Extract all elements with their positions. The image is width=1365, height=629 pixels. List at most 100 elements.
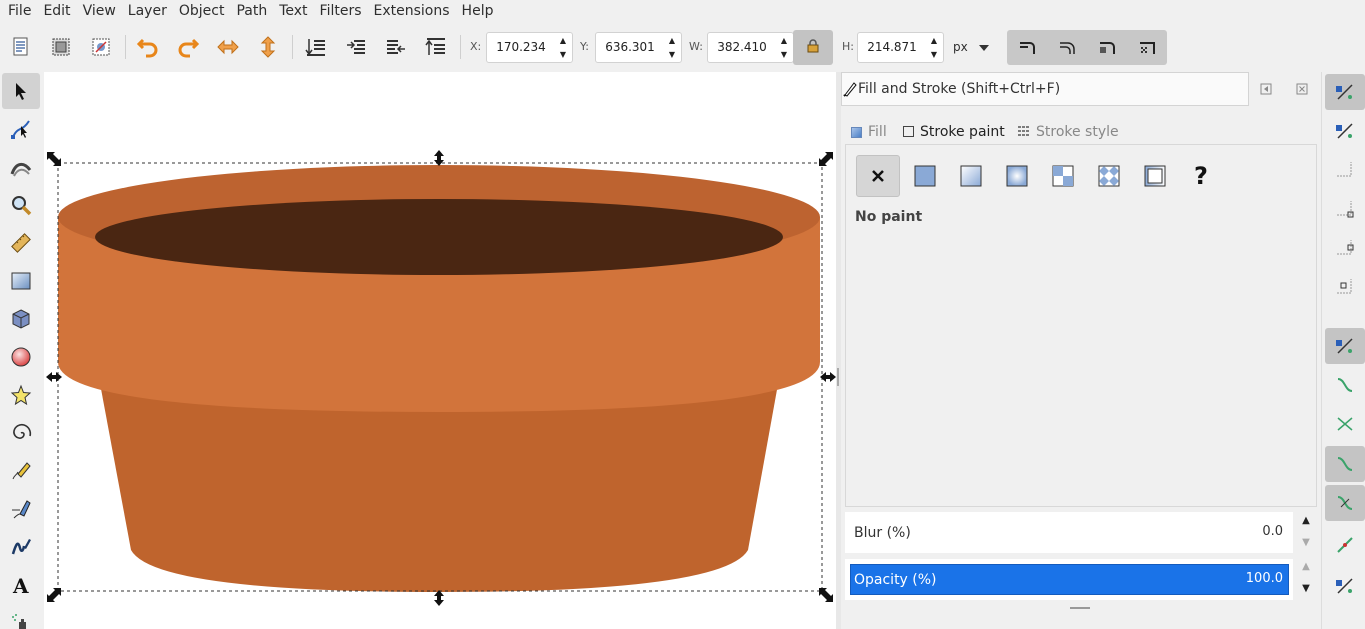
handle-nw[interactable] xyxy=(47,152,61,166)
zoom-tool[interactable] xyxy=(2,187,40,223)
y-increment[interactable]: ▲ xyxy=(667,35,677,47)
deselect-icon[interactable] xyxy=(88,34,114,60)
snap-others-icon[interactable] xyxy=(1325,568,1365,604)
snap-line-midpoints-icon[interactable] xyxy=(1325,527,1365,563)
snap-enable-icon[interactable] xyxy=(1325,74,1365,110)
separator-grip[interactable] xyxy=(837,368,839,386)
menu-view[interactable]: View xyxy=(77,0,122,23)
opacity-increment[interactable]: ▲ xyxy=(1299,560,1313,574)
dialog-resize-grip[interactable] xyxy=(1070,607,1090,609)
lock-proportions-button[interactable] xyxy=(793,30,833,65)
scale-stroke-icon[interactable] xyxy=(1014,35,1040,61)
w-spinbox[interactable]: 382.410 ▲ ▼ xyxy=(707,32,794,63)
swatch-button[interactable] xyxy=(1094,155,1124,197)
w-decrement[interactable]: ▼ xyxy=(779,49,789,61)
text-tool[interactable]: A xyxy=(2,567,40,603)
snap-intersections-icon[interactable] xyxy=(1325,406,1365,442)
radial-gradient-button[interactable] xyxy=(1002,155,1032,197)
selector-tool[interactable] xyxy=(2,73,40,109)
unset-paint-button[interactable]: ? xyxy=(1186,155,1216,197)
flip-vertical-icon[interactable] xyxy=(255,34,281,60)
h-increment[interactable]: ▲ xyxy=(929,35,939,47)
opacity-decrement[interactable]: ▼ xyxy=(1299,582,1313,596)
w-increment[interactable]: ▲ xyxy=(779,35,789,47)
unit-dropdown[interactable]: px xyxy=(947,35,995,61)
snap-bbox-midpoints-icon[interactable] xyxy=(1325,230,1365,266)
x-spinbox[interactable]: 170.234 ▲ ▼ xyxy=(486,32,573,63)
node-tool[interactable] xyxy=(2,111,40,147)
spiral-tool[interactable] xyxy=(2,415,40,451)
dock-icon[interactable] xyxy=(1256,80,1276,98)
menu-text[interactable]: Text xyxy=(273,0,313,23)
calligraphy-tool[interactable] xyxy=(2,529,40,565)
select-all-icon[interactable] xyxy=(8,34,34,60)
handle-n[interactable] xyxy=(434,150,444,166)
raise-icon[interactable] xyxy=(383,34,409,60)
snap-smooth-nodes-icon[interactable] xyxy=(1325,485,1365,521)
menu-layer[interactable]: Layer xyxy=(122,0,173,23)
measure-tool[interactable] xyxy=(2,225,40,261)
menu-path[interactable]: Path xyxy=(230,0,273,23)
star-tool[interactable] xyxy=(2,377,40,413)
handle-sw[interactable] xyxy=(47,588,61,602)
handle-ne[interactable] xyxy=(819,152,833,166)
menu-help[interactable]: Help xyxy=(456,0,500,23)
blur-increment[interactable]: ▲ xyxy=(1299,514,1313,528)
snap-paths-icon[interactable] xyxy=(1325,367,1365,403)
h-decrement[interactable]: ▼ xyxy=(929,49,939,61)
lower-to-bottom-icon[interactable] xyxy=(303,34,329,60)
menu-filters[interactable]: Filters xyxy=(314,0,368,23)
handle-w[interactable] xyxy=(46,372,62,382)
lower-icon[interactable] xyxy=(343,34,369,60)
menu-object[interactable]: Object xyxy=(173,0,231,23)
pencil-tool[interactable] xyxy=(2,453,40,489)
fill-and-stroke-dialog: Fill and Stroke (Shift+Ctrl+F) Fill Stro… xyxy=(841,72,1321,629)
x-decrement[interactable]: ▼ xyxy=(558,49,568,61)
pot-interior[interactable] xyxy=(95,199,783,275)
handle-se[interactable] xyxy=(819,588,833,602)
y-spinbox[interactable]: 636.301 ▲ ▼ xyxy=(595,32,682,63)
snap-bbox-centers-icon[interactable] xyxy=(1325,269,1365,305)
rotate-ccw-icon[interactable] xyxy=(135,34,161,60)
blur-spinbox[interactable]: Blur (%) 0.0 xyxy=(845,512,1293,553)
canvas[interactable] xyxy=(44,72,836,629)
tab-stroke-style[interactable]: Stroke style xyxy=(1017,120,1119,144)
pen-tool[interactable] xyxy=(2,491,40,527)
w-label: W: xyxy=(689,40,703,53)
snap-bbox-edges-icon[interactable] xyxy=(1325,152,1365,188)
opacity-spinbox[interactable]: Opacity (%) 100.0 xyxy=(845,559,1293,600)
menu-extensions[interactable]: Extensions xyxy=(368,0,456,23)
raise-to-top-icon[interactable] xyxy=(423,34,449,60)
flip-horizontal-icon[interactable] xyxy=(215,34,241,60)
ellipse-tool[interactable] xyxy=(2,339,40,375)
snap-bbox-corners-icon[interactable] xyxy=(1325,191,1365,227)
move-gradient-icon[interactable] xyxy=(1094,35,1120,61)
h-spinbox[interactable]: 214.871 ▲ ▼ xyxy=(857,32,944,63)
rectangle-tool[interactable] xyxy=(2,263,40,299)
x-increment[interactable]: ▲ xyxy=(558,35,568,47)
scale-radius-icon[interactable] xyxy=(1054,35,1080,61)
snap-bbox-icon[interactable] xyxy=(1325,113,1365,149)
blur-label: Blur (%) xyxy=(854,525,911,541)
linear-gradient-button[interactable] xyxy=(956,155,986,197)
menu-edit[interactable]: Edit xyxy=(37,0,76,23)
y-decrement[interactable]: ▼ xyxy=(667,49,677,61)
select-all-layers-icon[interactable] xyxy=(48,34,74,60)
blur-decrement[interactable]: ▼ xyxy=(1299,536,1313,550)
snap-nodes-icon[interactable] xyxy=(1325,328,1365,364)
close-icon[interactable] xyxy=(1292,80,1312,98)
pattern-button[interactable] xyxy=(1048,155,1078,197)
spray-tool[interactable] xyxy=(2,605,40,629)
no-paint-button[interactable] xyxy=(856,155,900,197)
move-pattern-icon[interactable] xyxy=(1134,35,1160,61)
menu-file[interactable]: File xyxy=(2,0,37,23)
rotate-cw-icon[interactable] xyxy=(175,34,201,60)
handle-s[interactable] xyxy=(434,590,444,606)
tab-fill[interactable]: Fill xyxy=(851,120,887,144)
tweak-tool[interactable] xyxy=(2,149,40,185)
3d-box-tool[interactable] xyxy=(2,301,40,337)
mesh-gradient-button[interactable] xyxy=(1140,155,1170,197)
snap-cusp-nodes-icon[interactable] xyxy=(1325,446,1365,482)
flat-color-button[interactable] xyxy=(910,155,940,197)
menu-bar: File Edit View Layer Object Path Text Fi… xyxy=(0,0,1365,23)
